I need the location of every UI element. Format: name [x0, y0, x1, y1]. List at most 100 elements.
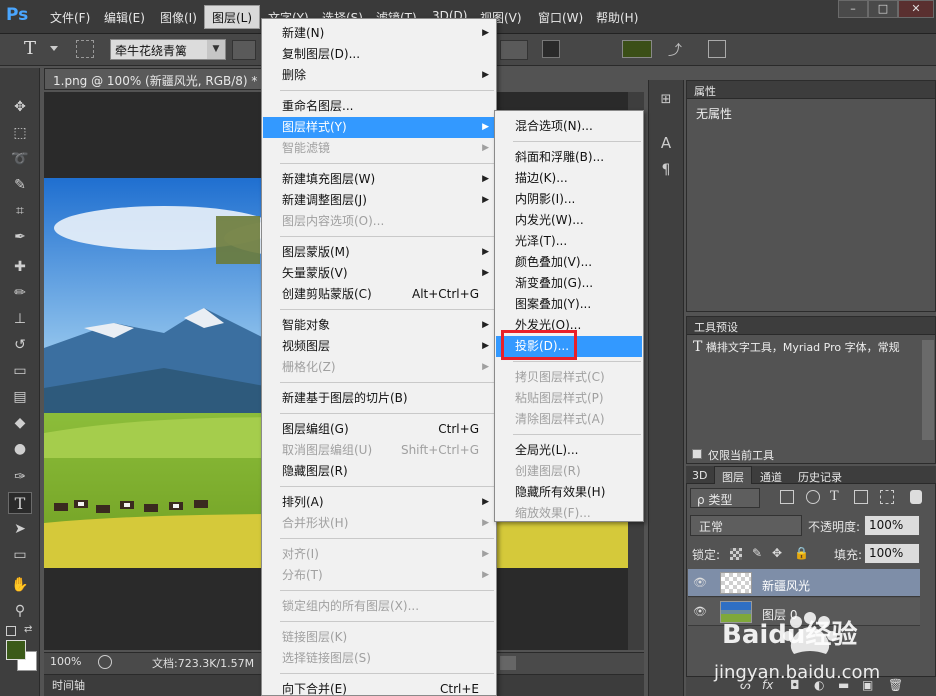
- type-tool-preset-icon[interactable]: T: [24, 38, 48, 60]
- fill-input[interactable]: 100%: [864, 543, 920, 564]
- current-tool-only-checkbox[interactable]: [692, 449, 702, 459]
- maximize-button[interactable]: □: [868, 0, 898, 18]
- anti-alias-select[interactable]: [500, 40, 528, 60]
- document-tab[interactable]: 1.png @ 100% (新疆风光, RGB/8) * ×: [44, 68, 271, 90]
- tab-layers[interactable]: 图层: [722, 469, 744, 485]
- menu-item[interactable]: 图层蒙版(M) ▶: [263, 242, 495, 263]
- pen-tool-icon[interactable]: ✑: [8, 466, 32, 488]
- filter-shape-icon[interactable]: [854, 490, 868, 504]
- align-left-icon[interactable]: [542, 40, 560, 58]
- type-tool-icon[interactable]: T: [8, 492, 32, 514]
- menu-item[interactable]: 图层样式(Y) ▶: [263, 117, 495, 138]
- filter-adjustment-icon[interactable]: [806, 490, 820, 504]
- warp-text-icon[interactable]: ⤴: [668, 40, 686, 59]
- tool-preset-item[interactable]: T 横排文字工具，Myriad Pro 字体，常规: [687, 335, 919, 359]
- crop-tool-icon[interactable]: ⌗: [8, 200, 32, 222]
- brush-tool-icon[interactable]: ✏: [8, 282, 32, 304]
- tab-history[interactable]: 历史记录: [798, 469, 842, 485]
- default-colors-icon[interactable]: [6, 626, 16, 636]
- menu-item[interactable]: 内阴影(I)...: [496, 189, 642, 210]
- align-right-icon[interactable]: [590, 40, 608, 58]
- quick-selection-tool-icon[interactable]: ✎: [8, 174, 32, 196]
- layer-name[interactable]: 新疆风光: [762, 577, 810, 594]
- menu-item[interactable]: 全局光(L)...: [496, 440, 642, 461]
- text-color-swatch[interactable]: [622, 40, 652, 58]
- visibility-eye-icon[interactable]: 👁: [693, 576, 707, 590]
- filter-smart-object-icon[interactable]: [880, 490, 894, 504]
- menu-file[interactable]: 文件(F): [50, 9, 90, 27]
- chevron-down-icon[interactable]: ▼: [207, 40, 225, 59]
- menu-item[interactable]: 隐藏图层(R): [263, 461, 495, 482]
- history-panel-icon[interactable]: ⊞: [656, 92, 676, 112]
- healing-brush-tool-icon[interactable]: ✚: [8, 256, 32, 278]
- menu-edit[interactable]: 编辑(E): [104, 9, 145, 27]
- tab-channels[interactable]: 通道: [760, 469, 782, 485]
- blend-mode-select[interactable]: 正常: [690, 515, 802, 536]
- filter-toggle-icon[interactable]: [910, 490, 922, 504]
- blur-tool-icon[interactable]: ◆: [8, 412, 32, 434]
- menu-item[interactable]: 光泽(T)...: [496, 231, 642, 252]
- menu-item[interactable]: 复制图层(D)...: [263, 44, 495, 65]
- eraser-tool-icon[interactable]: ▭: [8, 360, 32, 382]
- dodge-tool-icon[interactable]: ●: [8, 438, 32, 460]
- visibility-eye-icon[interactable]: 👁: [693, 605, 707, 619]
- menu-item[interactable]: 图案叠加(Y)...: [496, 294, 642, 315]
- menu-item[interactable]: 新建基于图层的切片(B): [263, 388, 495, 409]
- status-menu-icon[interactable]: [98, 655, 112, 669]
- zoom-tool-icon[interactable]: ⚲: [8, 600, 32, 622]
- menu-item[interactable]: 重命名图层...: [263, 96, 495, 117]
- menu-item[interactable]: 颜色叠加(V)...: [496, 252, 642, 273]
- menu-layer[interactable]: 图层(L): [212, 9, 252, 27]
- menu-help[interactable]: 帮助(H): [596, 9, 638, 27]
- menu-item[interactable]: 矢量蒙版(V) ▶: [263, 263, 495, 284]
- menu-item[interactable]: 描边(K)...: [496, 168, 642, 189]
- menu-item[interactable]: 渐变叠加(G)...: [496, 273, 642, 294]
- tool-presets-scrollbar[interactable]: [922, 340, 934, 440]
- marquee-tool-icon[interactable]: ⬚: [8, 122, 32, 144]
- character-panel-toggle-icon[interactable]: A: [656, 134, 676, 154]
- menu-item[interactable]: 新建填充图层(W) ▶: [263, 169, 495, 190]
- foreground-color-swatch[interactable]: [6, 640, 26, 660]
- character-panel-icon[interactable]: [708, 40, 726, 58]
- layer-filter-select[interactable]: ρ 类型: [690, 488, 760, 508]
- rectangle-tool-icon[interactable]: ▭: [8, 544, 32, 566]
- history-brush-tool-icon[interactable]: ↺: [8, 334, 32, 356]
- swap-colors-icon[interactable]: ⇄: [24, 624, 36, 636]
- filter-type-icon[interactable]: T: [830, 489, 844, 505]
- menu-item[interactable]: 新建调整图层(J) ▶: [263, 190, 495, 211]
- move-tool-icon[interactable]: ✥: [8, 96, 32, 118]
- align-center-icon[interactable]: [566, 40, 584, 58]
- lasso-tool-icon[interactable]: ➰: [8, 148, 32, 170]
- lock-position-icon[interactable]: ✥: [772, 546, 786, 560]
- opacity-input[interactable]: 100%: [864, 515, 920, 536]
- zoom-level[interactable]: 100%: [50, 655, 94, 671]
- eyedropper-tool-icon[interactable]: ✒: [8, 226, 32, 248]
- lock-pixels-icon[interactable]: ✎: [752, 546, 766, 560]
- status-scroll-thumb[interactable]: [500, 656, 516, 670]
- preset-dropdown-icon[interactable]: [50, 46, 58, 51]
- menu-item[interactable]: 隐藏所有效果(H): [496, 482, 642, 503]
- hand-tool-icon[interactable]: ✋: [8, 574, 32, 596]
- menu-image[interactable]: 图像(I): [160, 9, 197, 27]
- menu-item[interactable]: 内发光(W)...: [496, 210, 642, 231]
- lock-transparency-icon[interactable]: [730, 548, 742, 560]
- tab-3d[interactable]: 3D: [692, 469, 707, 482]
- font-style-select[interactable]: [232, 40, 256, 60]
- menu-item[interactable]: 向下合并(E) Ctrl+E: [263, 679, 495, 696]
- minimize-button[interactable]: –: [838, 0, 868, 18]
- menu-item[interactable]: 删除 ▶: [263, 65, 495, 86]
- close-button[interactable]: ✕: [898, 0, 934, 18]
- menu-item[interactable]: 新建(N) ▶: [263, 23, 495, 44]
- clone-stamp-tool-icon[interactable]: ⊥: [8, 308, 32, 330]
- filter-pixel-icon[interactable]: [780, 490, 794, 504]
- menu-item[interactable]: 视频图层 ▶: [263, 336, 495, 357]
- lock-all-icon[interactable]: 🔒: [794, 546, 809, 560]
- menu-item[interactable]: 混合选项(N)...: [496, 116, 642, 137]
- text-orientation-icon[interactable]: [76, 40, 94, 58]
- menu-window[interactable]: 窗口(W): [538, 9, 583, 27]
- paragraph-panel-icon[interactable]: ¶: [656, 162, 676, 182]
- gradient-tool-icon[interactable]: ▤: [8, 386, 32, 408]
- menu-item[interactable]: 图层编组(G) Ctrl+G: [263, 419, 495, 440]
- menu-item[interactable]: 创建剪贴蒙版(C) Alt+Ctrl+G: [263, 284, 495, 305]
- menu-item[interactable]: 智能对象 ▶: [263, 315, 495, 336]
